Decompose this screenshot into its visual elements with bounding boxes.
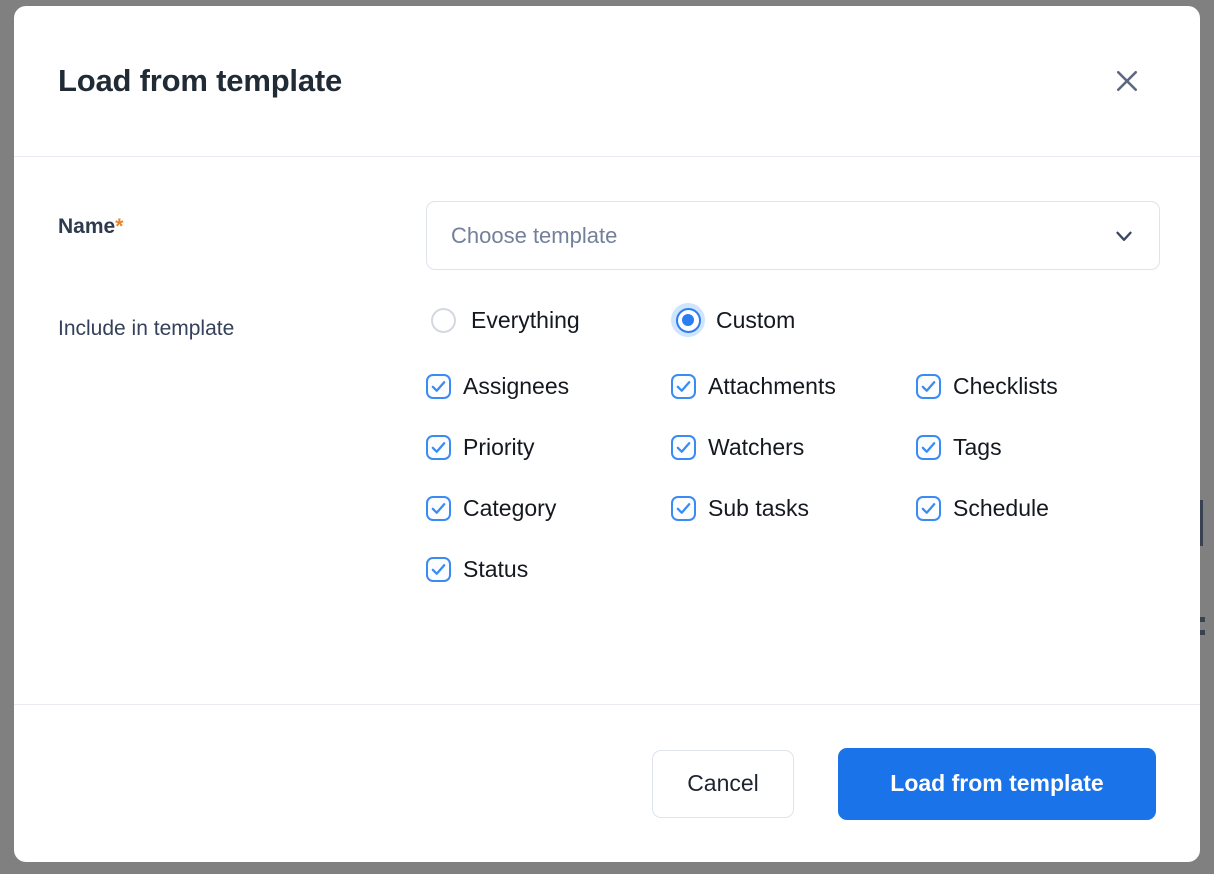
name-field-wrap: Choose template: [426, 201, 1160, 270]
radio-everything[interactable]: Everything: [426, 303, 671, 337]
required-marker: *: [115, 215, 124, 238]
load-from-template-button[interactable]: Load from template: [838, 747, 1156, 820]
checkbox-attachments-label: Attachments: [708, 373, 836, 399]
checkbox-priority-label: Priority: [463, 434, 535, 460]
include-label-wrap: Include in template: [58, 303, 426, 341]
radio-everything-label: Everything: [471, 306, 580, 333]
check-icon: [671, 496, 696, 521]
include-in-template-row: Include in template Everything Custom As…: [58, 303, 1156, 583]
include-checkbox-grid: Assignees Attachments Checklists Priorit…: [426, 373, 1156, 583]
include-options-wrap: Everything Custom Assignees Attachments …: [426, 303, 1156, 583]
checkbox-attachments[interactable]: Attachments: [671, 373, 916, 400]
checkbox-checklists-label: Checklists: [953, 373, 1058, 399]
check-icon: [671, 374, 696, 399]
checkbox-watchers-label: Watchers: [708, 434, 805, 460]
checkbox-assignees[interactable]: Assignees: [426, 373, 671, 400]
dialog-footer: Cancel Load from template: [14, 704, 1200, 862]
check-icon: [426, 496, 451, 521]
radio-everything-indicator: [426, 303, 460, 337]
checkbox-watchers[interactable]: Watchers: [671, 434, 916, 461]
checkbox-schedule-label: Schedule: [953, 495, 1049, 521]
checkbox-category-label: Category: [463, 495, 557, 521]
radio-custom[interactable]: Custom: [671, 303, 795, 337]
close-icon: [1112, 66, 1142, 96]
dialog-header: Load from template: [14, 6, 1200, 157]
name-field-row: Name* Choose template: [58, 201, 1160, 270]
dialog-title: Load from template: [58, 62, 343, 98]
checkbox-status-label: Status: [463, 556, 529, 582]
include-in-template-label: Include in template: [58, 317, 235, 340]
checkbox-checklists[interactable]: Checklists: [916, 373, 1156, 400]
check-icon: [916, 496, 941, 521]
checkbox-tags-label: Tags: [953, 434, 1002, 460]
chevron-down-icon: [1111, 223, 1137, 249]
check-icon: [916, 435, 941, 460]
checkbox-assignees-label: Assignees: [463, 373, 570, 399]
radio-custom-label: Custom: [716, 306, 796, 333]
name-label: Name: [58, 215, 116, 238]
cancel-button[interactable]: Cancel: [652, 749, 794, 818]
template-select[interactable]: Choose template: [426, 201, 1160, 270]
checkbox-priority[interactable]: Priority: [426, 434, 671, 461]
dialog-body: Name* Choose template Include in templat…: [14, 157, 1200, 704]
radio-custom-indicator: [671, 303, 705, 337]
template-select-placeholder: Choose template: [451, 222, 618, 248]
check-icon: [426, 557, 451, 582]
check-icon: [426, 374, 451, 399]
name-label-wrap: Name*: [58, 201, 426, 239]
scope-radio-group: Everything Custom: [426, 303, 1156, 337]
checkbox-schedule[interactable]: Schedule: [916, 495, 1156, 522]
close-button[interactable]: [1104, 58, 1150, 104]
check-icon: [916, 374, 941, 399]
checkbox-sub-tasks[interactable]: Sub tasks: [671, 495, 916, 522]
check-icon: [671, 435, 696, 460]
load-from-template-dialog: Load from template Name* Choose template: [14, 6, 1200, 862]
checkbox-sub-tasks-label: Sub tasks: [708, 495, 809, 521]
checkbox-tags[interactable]: Tags: [916, 434, 1156, 461]
checkbox-category[interactable]: Category: [426, 495, 671, 522]
check-icon: [426, 435, 451, 460]
checkbox-status[interactable]: Status: [426, 556, 671, 583]
